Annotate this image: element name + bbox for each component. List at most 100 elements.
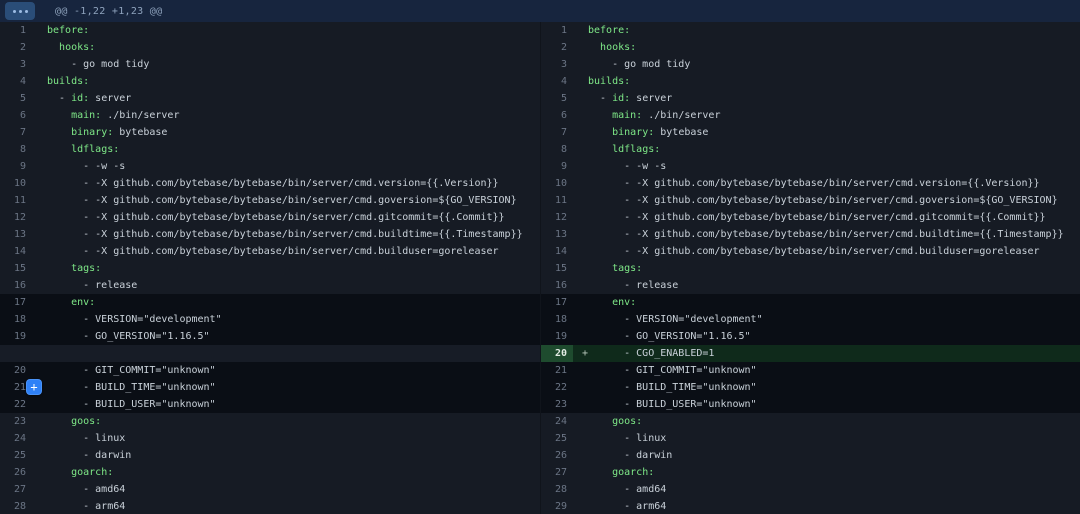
line-number[interactable]: 10 bbox=[541, 175, 573, 192]
code-line: builds: bbox=[32, 73, 540, 90]
code-line: ldflags: bbox=[32, 141, 540, 158]
line-number[interactable]: 2 bbox=[0, 39, 32, 56]
line-number[interactable]: 17 bbox=[541, 294, 573, 311]
code-line: - amd64 bbox=[32, 481, 540, 498]
line-number[interactable]: 1 bbox=[0, 22, 32, 39]
line-number[interactable]: 14 bbox=[541, 243, 573, 260]
code-line: - -X github.com/bytebase/bytebase/bin/se… bbox=[573, 243, 1080, 260]
code-line: goos: bbox=[573, 413, 1080, 430]
line-number[interactable]: 12 bbox=[541, 209, 573, 226]
line-number bbox=[0, 345, 32, 362]
line-number[interactable]: 22 bbox=[541, 379, 573, 396]
line-number[interactable]: 15 bbox=[541, 260, 573, 277]
line-number[interactable]: 22 bbox=[0, 396, 32, 413]
code-line: goos: bbox=[32, 413, 540, 430]
diff-row: 18 - VERSION="development" bbox=[0, 311, 540, 328]
line-number[interactable]: 9 bbox=[541, 158, 573, 175]
code-line: before: bbox=[573, 22, 1080, 39]
line-number[interactable]: 28 bbox=[541, 481, 573, 498]
line-number[interactable]: 19 bbox=[0, 328, 32, 345]
diff-row: 26 - darwin bbox=[541, 447, 1080, 464]
line-number[interactable]: 10 bbox=[0, 175, 32, 192]
code-line: - linux bbox=[573, 430, 1080, 447]
diff-row: 8 ldflags: bbox=[541, 141, 1080, 158]
diff-row: 10 - -X github.com/bytebase/bytebase/bin… bbox=[0, 175, 540, 192]
line-number[interactable]: 7 bbox=[541, 124, 573, 141]
line-number[interactable]: 17 bbox=[0, 294, 32, 311]
code-line: - arm64 bbox=[573, 498, 1080, 514]
line-number[interactable]: 8 bbox=[541, 141, 573, 158]
line-number[interactable]: 11 bbox=[541, 192, 573, 209]
code-line: main: ./bin/server bbox=[32, 107, 540, 124]
line-number[interactable]: 24 bbox=[541, 413, 573, 430]
line-number[interactable]: 11 bbox=[0, 192, 32, 209]
diff-row: 21 - GIT_COMMIT="unknown" bbox=[541, 362, 1080, 379]
line-number[interactable]: 5 bbox=[541, 90, 573, 107]
line-number[interactable]: 24 bbox=[0, 430, 32, 447]
line-number[interactable]: 7 bbox=[0, 124, 32, 141]
code-line: - BUILD_USER="unknown" bbox=[573, 396, 1080, 413]
expand-diff-button[interactable] bbox=[5, 2, 35, 20]
line-number[interactable]: 9 bbox=[0, 158, 32, 175]
diff-row: 12 - -X github.com/bytebase/bytebase/bin… bbox=[0, 209, 540, 226]
diff-row: 3 - go mod tidy bbox=[0, 56, 540, 73]
line-number[interactable]: 13 bbox=[541, 226, 573, 243]
add-comment-button[interactable]: + bbox=[26, 379, 42, 395]
diff-row: 5 - id: server bbox=[541, 90, 1080, 107]
code-line: - -X github.com/bytebase/bytebase/bin/se… bbox=[32, 175, 540, 192]
code-line: - -X github.com/bytebase/bytebase/bin/se… bbox=[32, 243, 540, 260]
diff-row: 1before: bbox=[541, 22, 1080, 39]
diff-row: 17 env: bbox=[541, 294, 1080, 311]
line-number[interactable]: 3 bbox=[0, 56, 32, 73]
line-number[interactable]: 4 bbox=[541, 73, 573, 90]
code-line: builds: bbox=[573, 73, 1080, 90]
code-line: binary: bytebase bbox=[573, 124, 1080, 141]
line-number[interactable]: 26 bbox=[541, 447, 573, 464]
code-line: ldflags: bbox=[573, 141, 1080, 158]
plus-icon: + bbox=[30, 381, 37, 393]
line-number[interactable]: 4 bbox=[0, 73, 32, 90]
line-number[interactable]: 26 bbox=[0, 464, 32, 481]
diff-row: 29 - arm64 bbox=[541, 498, 1080, 514]
line-number[interactable]: 15 bbox=[0, 260, 32, 277]
line-number[interactable]: 25 bbox=[541, 430, 573, 447]
line-number[interactable]: 2 bbox=[541, 39, 573, 56]
line-number[interactable]: 6 bbox=[541, 107, 573, 124]
line-number[interactable]: 27 bbox=[0, 481, 32, 498]
line-number[interactable]: 25 bbox=[0, 447, 32, 464]
code-line: tags: bbox=[573, 260, 1080, 277]
code-line: - linux bbox=[32, 430, 540, 447]
diff-row: 14 - -X github.com/bytebase/bytebase/bin… bbox=[0, 243, 540, 260]
line-number[interactable]: 8 bbox=[0, 141, 32, 158]
line-number[interactable]: 18 bbox=[0, 311, 32, 328]
line-number[interactable]: 14 bbox=[0, 243, 32, 260]
line-number[interactable]: 27 bbox=[541, 464, 573, 481]
line-number[interactable]: 28 bbox=[0, 498, 32, 514]
diff-row: 26 goarch: bbox=[0, 464, 540, 481]
line-number[interactable]: 1 bbox=[541, 22, 573, 39]
code-line: - GIT_COMMIT="unknown" bbox=[32, 362, 540, 379]
line-number[interactable]: 13 bbox=[0, 226, 32, 243]
line-number[interactable]: 5 bbox=[0, 90, 32, 107]
line-number[interactable]: 3 bbox=[541, 56, 573, 73]
line-number[interactable]: 16 bbox=[0, 277, 32, 294]
line-number[interactable]: 19 bbox=[541, 328, 573, 345]
diff-row-empty bbox=[0, 345, 540, 362]
line-number[interactable]: 21 bbox=[541, 362, 573, 379]
code-line: main: ./bin/server bbox=[573, 107, 1080, 124]
diff-row-added: 20+ - CGO_ENABLED=1 bbox=[541, 345, 1080, 362]
line-number[interactable]: 29 bbox=[541, 498, 573, 514]
code-line: env: bbox=[32, 294, 540, 311]
code-line: - release bbox=[573, 277, 1080, 294]
line-number[interactable]: 20 bbox=[0, 362, 32, 379]
line-number[interactable]: 23 bbox=[0, 413, 32, 430]
diff-row: 8 ldflags: bbox=[0, 141, 540, 158]
line-number[interactable]: 23 bbox=[541, 396, 573, 413]
line-number[interactable]: 16 bbox=[541, 277, 573, 294]
line-number[interactable]: 20 bbox=[541, 345, 573, 362]
code-line: - -X github.com/bytebase/bytebase/bin/se… bbox=[32, 192, 540, 209]
line-number[interactable]: 12 bbox=[0, 209, 32, 226]
diff-row: 18 - VERSION="development" bbox=[541, 311, 1080, 328]
line-number[interactable]: 6 bbox=[0, 107, 32, 124]
line-number[interactable]: 18 bbox=[541, 311, 573, 328]
